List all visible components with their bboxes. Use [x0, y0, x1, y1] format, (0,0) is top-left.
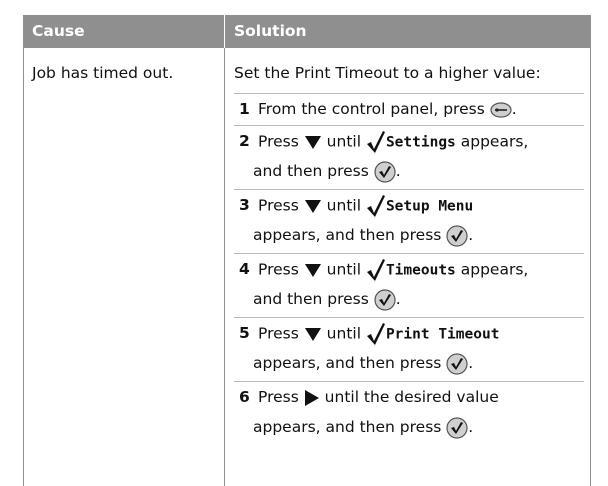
step-text-part: appears, and then press — [253, 354, 442, 372]
step-number: 6 — [239, 388, 250, 406]
step-line: 3 Press until Setup Menu — [234, 194, 584, 218]
solution-intro: Set the Print Timeout to a higher value: — [234, 64, 541, 82]
select-button-icon — [374, 160, 396, 183]
step-5: 5 Press until Print Timeout appears, and… — [234, 317, 584, 381]
table-header-row: Cause Solution — [24, 15, 590, 48]
step-text-part: appears, — [460, 260, 529, 279]
step-text-part: and then press — [253, 290, 369, 308]
select-button-icon — [374, 288, 396, 311]
step-text-part: until — [326, 196, 362, 215]
step-text-part: until — [326, 324, 362, 343]
step-number: 5 — [239, 324, 250, 342]
step-2: 2 Press until Settings appears, and then… — [234, 125, 584, 189]
menu-item-print-timeout: Print Timeout — [385, 326, 500, 343]
select-button-icon — [446, 224, 468, 247]
step-text-part: until the desired value — [324, 388, 499, 406]
header-solution: Solution — [234, 22, 307, 40]
step-line-2: and then press . — [253, 160, 584, 183]
select-button-icon — [446, 416, 468, 439]
step-text-part: appears, — [460, 132, 529, 151]
menu-item-setup-menu: Setup Menu — [385, 198, 474, 215]
step-text-part: From the control panel, press — [258, 100, 485, 118]
down-arrow-icon — [304, 134, 322, 150]
step-text-part: . — [468, 418, 474, 436]
menu-button-icon — [490, 101, 512, 118]
menu-item-settings: Settings — [385, 134, 456, 151]
step-6: 6 Press until the desired value appears,… — [234, 381, 584, 445]
checkmark-icon — [366, 194, 386, 218]
step-text: Press until Settings appears, — [258, 130, 528, 154]
step-line-2: and then press . — [253, 288, 584, 311]
step-text: Press until Setup Menu — [258, 194, 473, 218]
step-text-part: . — [395, 290, 401, 308]
step-line: 1 From the control panel, press . — [234, 98, 584, 120]
checkmark-icon — [366, 130, 386, 154]
step-number: 1 — [239, 100, 250, 118]
step-number: 3 — [239, 196, 250, 214]
step-text: Press until Print Timeout — [258, 322, 499, 346]
menu-item-timeouts: Timeouts — [385, 262, 456, 279]
step-text-part: Press — [258, 132, 299, 151]
step-line: 6 Press until the desired value — [234, 386, 584, 408]
step-1: 1 From the control panel, press . — [234, 93, 584, 125]
step-text-part: Press — [258, 196, 299, 215]
troubleshooting-table: Cause Solution Job has timed out. Set th… — [23, 15, 591, 486]
down-arrow-icon — [304, 326, 322, 342]
step-number: 4 — [239, 260, 250, 278]
step-text-part: appears, and then press — [253, 226, 442, 244]
step-text-part: until — [326, 132, 362, 151]
checkmark-icon — [366, 258, 386, 282]
step-text-part: appears, and then press — [253, 418, 442, 436]
down-arrow-icon — [304, 262, 322, 278]
step-text: From the control panel, press . — [258, 98, 517, 120]
step-3: 3 Press until Setup Menu appears, and th… — [234, 189, 584, 253]
step-line: 4 Press until Timeouts appears, — [234, 258, 584, 282]
select-button-icon — [446, 352, 468, 375]
step-text-part: . — [511, 100, 517, 118]
step-number: 2 — [239, 132, 250, 150]
step-text-part: . — [395, 162, 401, 180]
down-arrow-icon — [304, 198, 322, 214]
checkmark-icon — [366, 322, 386, 346]
step-text-part: . — [468, 354, 474, 372]
step-line-2: appears, and then press . — [253, 224, 584, 247]
step-line: 5 Press until Print Timeout — [234, 322, 584, 346]
step-text-part: . — [468, 226, 474, 244]
step-text-part: until — [326, 260, 362, 279]
step-line-2: appears, and then press . — [253, 416, 584, 439]
step-text: Press until Timeouts appears, — [258, 258, 528, 282]
step-text-part: Press — [258, 324, 299, 343]
step-text-part: Press — [258, 388, 299, 406]
step-text: Press until the desired value — [258, 386, 499, 408]
step-4: 4 Press until Timeouts appears, and then… — [234, 253, 584, 317]
step-text-part: and then press — [253, 162, 369, 180]
column-divider — [224, 48, 225, 486]
header-cause: Cause — [32, 22, 85, 40]
header-divider — [224, 15, 225, 48]
step-text-part: Press — [258, 260, 299, 279]
step-line-2: appears, and then press . — [253, 352, 584, 375]
right-arrow-icon — [304, 389, 320, 407]
cause-text: Job has timed out. — [32, 64, 174, 82]
step-line: 2 Press until Settings appears, — [234, 130, 584, 154]
